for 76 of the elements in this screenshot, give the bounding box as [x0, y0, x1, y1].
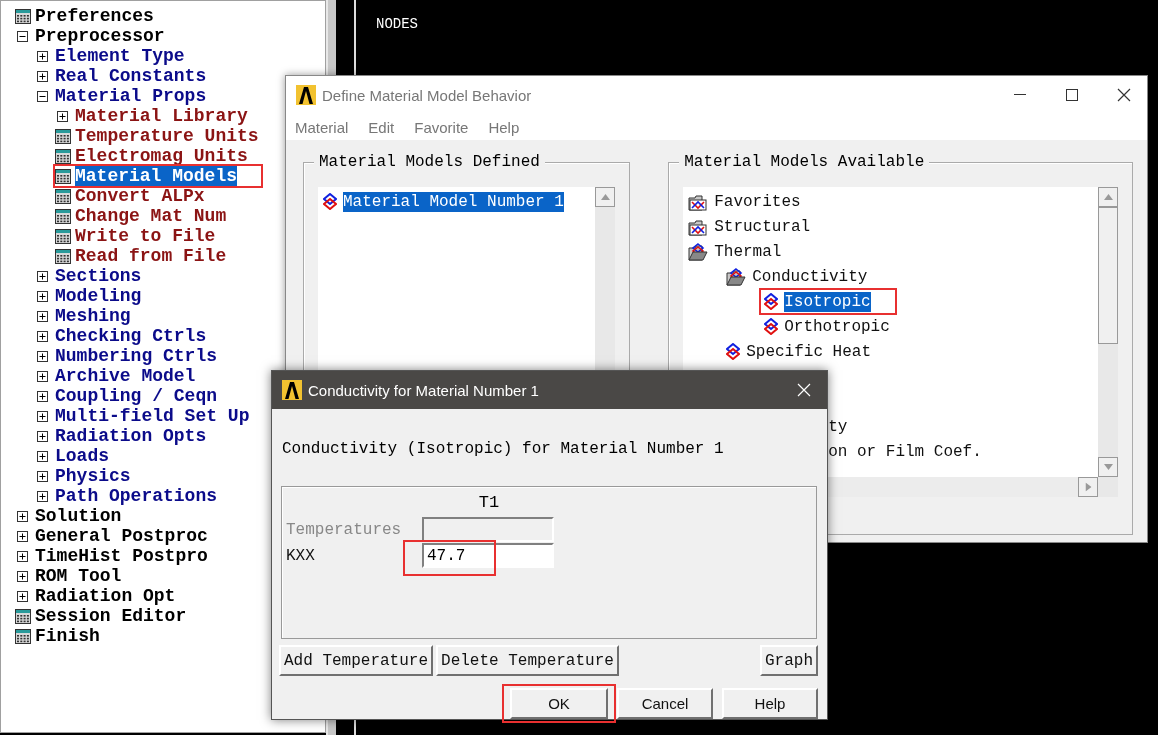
- material-model-icon: [323, 193, 337, 210]
- list-item-text: ty: [828, 417, 848, 436]
- expand-icon[interactable]: [37, 490, 48, 502]
- expand-icon[interactable]: [37, 50, 48, 62]
- calculator-icon: [15, 608, 31, 624]
- close-icon: [1117, 88, 1131, 102]
- app-logo-icon: [282, 380, 302, 400]
- folder-icon: [688, 242, 709, 261]
- dialog-button[interactable]: Help: [722, 688, 818, 719]
- tree-item[interactable]: Material Models: [53, 164, 264, 188]
- column-header: T1: [477, 491, 501, 514]
- tree-item[interactable]: Isotropic: [759, 288, 897, 315]
- graph-button[interactable]: Graph: [760, 645, 818, 676]
- expand-icon[interactable]: [17, 550, 28, 562]
- expand-icon[interactable]: [37, 330, 48, 342]
- calculator-icon: [15, 628, 31, 644]
- list-item-text: on or Film Coef.: [828, 442, 982, 461]
- dialog-button[interactable]: OK: [510, 688, 608, 719]
- tree-item[interactable]: Structural: [683, 213, 815, 240]
- calculator-icon: [55, 168, 71, 184]
- expand-icon[interactable]: [37, 350, 48, 362]
- close-icon: [797, 383, 811, 397]
- value-field[interactable]: 47.7: [422, 543, 554, 569]
- material-model-icon: [764, 293, 779, 310]
- folder-icon: [726, 267, 747, 286]
- scrollbar[interactable]: [1098, 187, 1118, 497]
- collapse-icon[interactable]: [17, 30, 28, 42]
- menu-item[interactable]: Help: [488, 118, 520, 136]
- menu-item[interactable]: Favorite: [414, 118, 469, 136]
- expand-icon[interactable]: [37, 470, 48, 482]
- tree-item[interactable]: Specific Heat: [721, 338, 875, 365]
- calculator-icon: [55, 228, 71, 244]
- expand-icon[interactable]: [37, 270, 48, 282]
- folder-icon: [688, 217, 709, 236]
- expand-icon[interactable]: [17, 590, 28, 602]
- calculator-icon: [55, 208, 71, 224]
- dialog-button[interactable]: Cancel: [617, 688, 713, 719]
- expand-icon[interactable]: [37, 70, 48, 82]
- material-model-icon: [726, 343, 741, 360]
- app-logo-icon: [296, 85, 316, 105]
- row-label: KXX: [286, 545, 316, 567]
- dialog-heading: Conductivity (Isotropic) for Material Number 1: [281, 439, 725, 460]
- table-button[interactable]: Add Temperature: [279, 645, 434, 676]
- material-model-icon: [764, 318, 779, 335]
- tree-item[interactable]: Thermal: [683, 238, 786, 265]
- tree-item[interactable]: Conductivity: [721, 263, 872, 290]
- tree-item[interactable]: Orthotropic: [759, 313, 894, 340]
- expand-icon[interactable]: [37, 370, 48, 382]
- calculator-icon: [55, 148, 71, 164]
- expand-icon[interactable]: [17, 510, 28, 522]
- expand-icon[interactable]: [37, 390, 48, 402]
- minimize-icon: [1014, 94, 1026, 96]
- scroll-thumb[interactable]: [1098, 207, 1118, 344]
- calculator-icon: [15, 8, 31, 24]
- collapse-icon[interactable]: [37, 90, 48, 102]
- maximize-icon: [1066, 89, 1078, 101]
- expand-icon[interactable]: [37, 310, 48, 322]
- menu-item[interactable]: Material: [295, 118, 349, 136]
- dialog-title: Conductivity for Material Number 1: [308, 381, 539, 399]
- row-label: Temperatures: [286, 519, 403, 541]
- expand-icon[interactable]: [57, 110, 68, 122]
- graphics-label: NODES: [376, 16, 418, 32]
- window-title: Define Material Model Behavior: [322, 86, 532, 104]
- expand-icon[interactable]: [37, 450, 48, 462]
- calculator-icon: [55, 128, 71, 144]
- calculator-icon: [55, 248, 71, 264]
- expand-icon[interactable]: [37, 430, 48, 442]
- expand-icon[interactable]: [37, 410, 48, 422]
- expand-icon[interactable]: [17, 570, 28, 582]
- table-button[interactable]: Delete Temperature: [436, 645, 619, 676]
- calculator-icon: [55, 188, 71, 204]
- expand-icon[interactable]: [37, 290, 48, 302]
- expand-icon[interactable]: [17, 530, 28, 542]
- menu-item[interactable]: Edit: [368, 118, 395, 136]
- tree-item[interactable]: Favorites: [683, 188, 805, 215]
- folder-icon: [688, 192, 709, 211]
